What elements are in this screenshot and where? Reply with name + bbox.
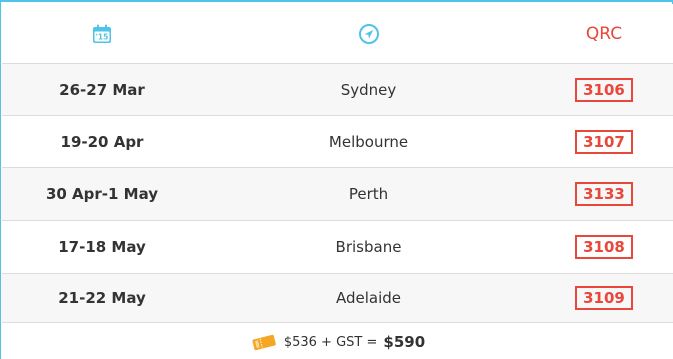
price-base: $536 + GST = [283,334,378,350]
table-row: 17-18 May Brisbane 3108 [2,221,673,274]
table-row: 26-27 Mar Sydney 3106 [2,64,673,116]
row-city: Sydney [340,80,397,99]
row-date: 30 Apr-1 May [45,185,159,203]
table-header: '15 QRC [2,4,673,64]
price-footer: $536 + GST = $590 [2,323,673,359]
row-date: 19-20 Apr [60,132,144,151]
row-city: Melbourne [328,132,409,151]
location-arrow-icon [358,23,379,44]
ticket-icon [252,334,276,351]
qrc-code-badge: 3106 [575,77,633,102]
row-city: Perth [348,185,389,203]
row-date: 21-22 May [58,289,146,307]
qrc-code-badge: 3109 [575,286,633,310]
qrc-code-badge: 3108 [575,235,633,259]
row-date: 26-27 Mar [59,80,145,99]
row-city: Adelaide [335,289,402,307]
city-column-header [202,4,535,63]
date-column-header: '15 [2,4,202,63]
qrc-column-header: QRC [535,4,673,63]
price-line: $536 + GST = $590 [250,332,425,352]
schedule-table: '15 QRC 26-27 Mar Sydney 3106 19-20 Apr … [0,0,673,359]
qrc-code-badge: 3107 [575,129,633,154]
row-date: 17-18 May [58,238,146,256]
table-row: 21-22 May Adelaide 3109 [2,274,673,323]
table-row: 19-20 Apr Melbourne 3107 [2,116,673,168]
row-city: Brisbane [335,238,402,256]
calendar-icon-year: '15 [96,32,109,41]
price-total: $590 [383,333,426,351]
qrc-header-label: QRC [585,23,623,44]
calendar-icon: '15 [93,24,111,43]
table-row: 30 Apr-1 May Perth 3133 [2,168,673,221]
qrc-code-badge: 3133 [575,182,633,206]
